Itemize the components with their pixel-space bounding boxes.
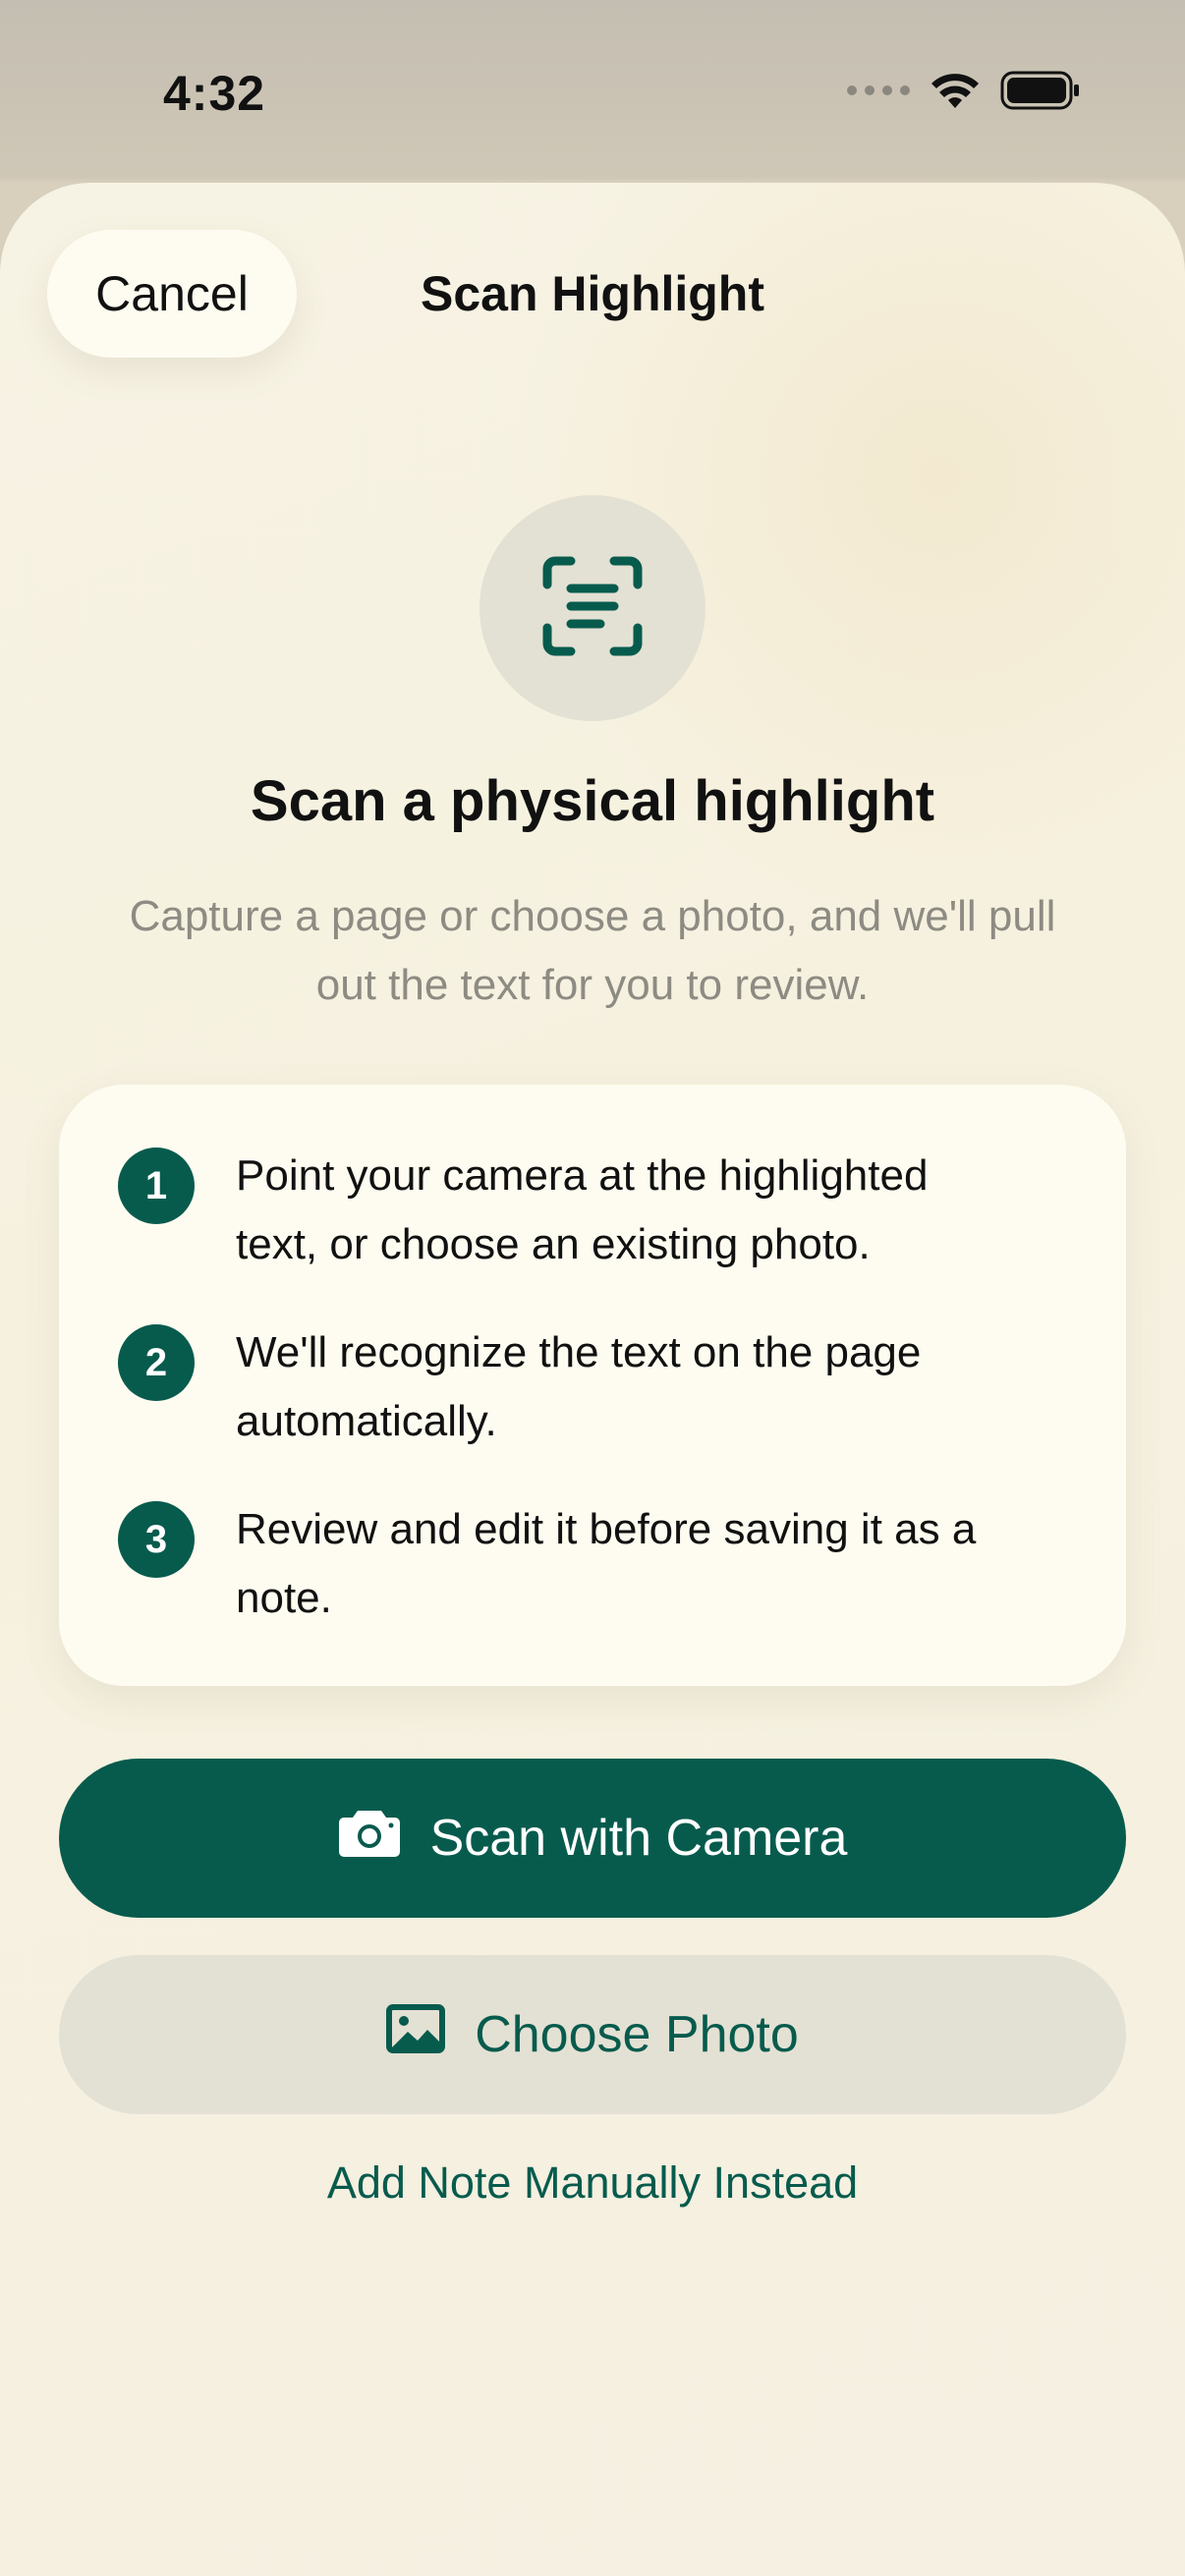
choose-photo-button[interactable]: Choose Photo [59,1955,1126,2114]
step-text: We'll recognize the text on the page aut… [236,1328,922,1445]
step-number-badge: 3 [118,1501,195,1578]
scan-with-camera-label: Scan with Camera [429,1810,848,1867]
status-time: 4:32 [163,66,266,121]
step-number-badge: 2 [118,1324,195,1401]
screen: 4:32 Cancel Scan Highlight Scan a physic… [0,0,1185,2576]
page-title: Scan Highlight [421,266,764,321]
scan-sheet: Cancel Scan Highlight Scan a physical hi… [0,183,1185,2576]
document-scanner-icon [541,555,644,662]
camera-icon [338,1807,401,1871]
step-number-badge: 1 [118,1148,195,1224]
cellular-signal-icon [847,85,910,95]
steps-card: 1 Point your camera at the highlighted t… [59,1085,1126,1686]
hero-icon-badge [480,495,705,721]
photo-icon [386,2003,446,2066]
status-indicators [847,71,1081,110]
battery-icon [1000,71,1081,110]
choose-photo-label: Choose Photo [475,2006,799,2063]
wifi-icon [930,71,981,110]
step-text: Point your camera at the highlighted tex… [236,1151,929,1268]
hero-subtitle: Capture a page or choose a photo, and we… [129,892,1056,1009]
scan-with-camera-button[interactable]: Scan with Camera [59,1759,1126,1918]
step-text: Review and edit it before saving it as a… [236,1505,977,1622]
add-note-manually-link[interactable]: Add Note Manually Instead [0,2157,1185,2209]
hero-title: Scan a physical highlight [250,769,935,833]
